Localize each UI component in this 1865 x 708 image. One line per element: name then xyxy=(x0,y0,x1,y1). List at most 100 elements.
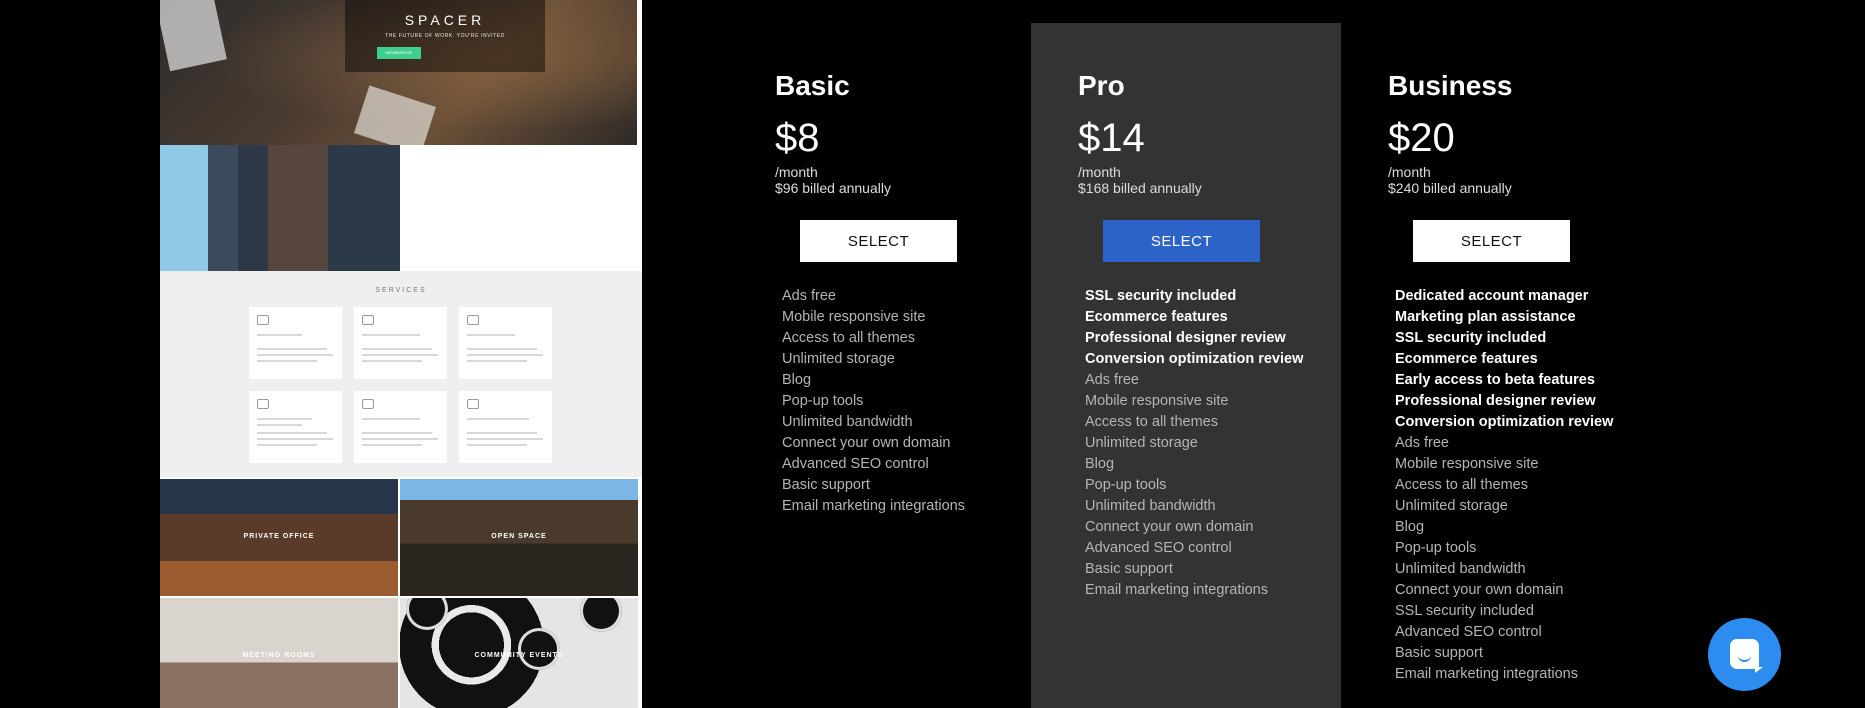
feature-item-highlight: Professional designer review xyxy=(1085,330,1286,346)
preview-tagline: THE FUTURE OF WORK. YOU'RE INVITED xyxy=(385,33,505,39)
wifi-icon xyxy=(467,399,479,409)
service-text-line xyxy=(467,354,543,356)
service-text-line xyxy=(362,354,438,356)
services-heading: SERVICES xyxy=(375,287,427,294)
service-card xyxy=(459,307,552,379)
plan-business: Business $20 /month $240 billed annually… xyxy=(1388,68,1688,685)
monitor-icon xyxy=(257,315,269,325)
feature-item: Access to all themes xyxy=(782,330,915,346)
service-text-line xyxy=(467,360,527,362)
service-text-line xyxy=(467,444,527,446)
tile-label: COMMUNITY EVENTS xyxy=(474,652,564,659)
feature-item-highlight: Marketing plan assistance xyxy=(1395,309,1576,325)
service-title-line xyxy=(257,424,302,426)
service-text-line xyxy=(467,348,537,350)
service-card xyxy=(249,307,342,379)
service-text-line xyxy=(362,432,432,434)
tile-open-space: OPEN SPACE xyxy=(400,479,638,596)
service-text-line xyxy=(362,438,438,440)
feature-item: Connect your own domain xyxy=(1085,519,1254,535)
feature-item-highlight: Professional designer review xyxy=(1395,393,1596,409)
chat-smile xyxy=(1738,655,1751,662)
tile-meeting-rooms: MEETING ROOMS xyxy=(160,598,398,708)
service-text-line xyxy=(257,432,327,434)
feature-list: Ads free Mobile responsive site Access t… xyxy=(782,286,1075,517)
select-business-button[interactable]: SELECT xyxy=(1413,220,1570,262)
feature-item-highlight: Conversion optimization review xyxy=(1085,351,1304,367)
feature-item-highlight: Ecommerce features xyxy=(1395,351,1538,367)
preview-brand: SPACER xyxy=(404,12,486,28)
service-text-line xyxy=(467,438,543,440)
feature-item: Basic support xyxy=(1085,561,1173,577)
select-pro-button[interactable]: SELECT xyxy=(1103,220,1260,262)
feature-item: Email marketing integrations xyxy=(1395,666,1578,682)
bottle-decoration xyxy=(518,628,560,670)
service-text-line xyxy=(362,360,422,362)
plan-basic: Basic $8 /month $96 billed annually SELE… xyxy=(775,68,1075,517)
preview-cta-button: MEMBERSHIP xyxy=(377,47,421,59)
feature-item: Mobile responsive site xyxy=(1085,393,1229,409)
service-card xyxy=(249,391,342,463)
tile-label: PRIVATE OFFICE xyxy=(243,533,315,540)
feature-item-highlight: Early access to beta features xyxy=(1395,372,1595,388)
cafe-photo xyxy=(160,145,400,271)
service-text-line xyxy=(362,444,422,446)
feature-item: Advanced SEO control xyxy=(1395,624,1542,640)
feature-item: Ads free xyxy=(782,288,836,304)
services-section: SERVICES xyxy=(160,271,642,477)
chat-launcher-button[interactable] xyxy=(1708,618,1781,691)
feature-item: Email marketing integrations xyxy=(782,498,965,514)
plan-name: Business xyxy=(1388,70,1513,101)
feature-item-highlight: Conversion optimization review xyxy=(1395,414,1614,430)
feature-list: Dedicated account manager Marketing plan… xyxy=(1395,286,1688,685)
service-card xyxy=(459,391,552,463)
plan-period: /month xyxy=(775,164,818,180)
feature-item: Basic support xyxy=(1395,645,1483,661)
feature-item: Unlimited bandwidth xyxy=(1395,561,1526,577)
chat-tail xyxy=(1755,667,1763,673)
feature-item-highlight: Ecommerce features xyxy=(1085,309,1228,325)
service-card xyxy=(354,307,447,379)
service-text-line xyxy=(257,444,317,446)
service-text-line xyxy=(257,354,333,356)
feature-item: Pop-up tools xyxy=(782,393,864,409)
template-preview: SPACER THE FUTURE OF WORK. YOU'RE INVITE… xyxy=(160,0,642,708)
service-text-line xyxy=(257,438,333,440)
feature-item: Blog xyxy=(1395,519,1425,535)
select-basic-button[interactable]: SELECT xyxy=(800,220,957,262)
service-card xyxy=(354,391,447,463)
newspaper-decoration xyxy=(353,85,437,145)
feature-item: Connect your own domain xyxy=(1395,582,1564,598)
feature-item: Basic support xyxy=(782,477,870,493)
feature-item: Unlimited bandwidth xyxy=(1085,498,1216,514)
feature-item: Mobile responsive site xyxy=(1395,456,1539,472)
bottle-decoration xyxy=(580,598,622,632)
service-title-line xyxy=(362,418,420,420)
bottle-decoration xyxy=(406,598,448,630)
feature-item: Access to all themes xyxy=(1395,477,1528,493)
service-title-line xyxy=(257,334,302,336)
feature-item: Access to all themes xyxy=(1085,414,1218,430)
car-icon xyxy=(257,399,269,409)
tile-label: MEETING ROOMS xyxy=(242,652,316,659)
tile-private-office: PRIVATE OFFICE xyxy=(160,479,398,596)
feature-item: Pop-up tools xyxy=(1085,477,1167,493)
service-title-line xyxy=(257,418,312,420)
feature-item: Advanced SEO control xyxy=(782,456,929,472)
tile-label: OPEN SPACE xyxy=(491,533,547,540)
coffee-icon xyxy=(362,315,374,325)
feature-item: SSL security included xyxy=(1395,603,1534,619)
plan-billed: $96 billed annually xyxy=(775,180,891,196)
plan-price: $20 xyxy=(1388,116,1455,160)
service-text-line xyxy=(257,348,327,350)
plan-name: Basic xyxy=(775,70,850,101)
plan-billed: $168 billed annually xyxy=(1078,180,1202,196)
feature-list: SSL security included Ecommerce features… xyxy=(1085,286,1378,601)
feature-item: Unlimited bandwidth xyxy=(782,414,913,430)
plan-period: /month xyxy=(1078,164,1121,180)
plan-pro: Pro $14 /month $168 billed annually SELE… xyxy=(1078,68,1378,601)
service-text-line xyxy=(362,348,432,350)
feature-item-highlight: SSL security included xyxy=(1395,330,1547,346)
feature-item: Ads free xyxy=(1395,435,1449,451)
newspaper-decoration xyxy=(160,0,227,72)
